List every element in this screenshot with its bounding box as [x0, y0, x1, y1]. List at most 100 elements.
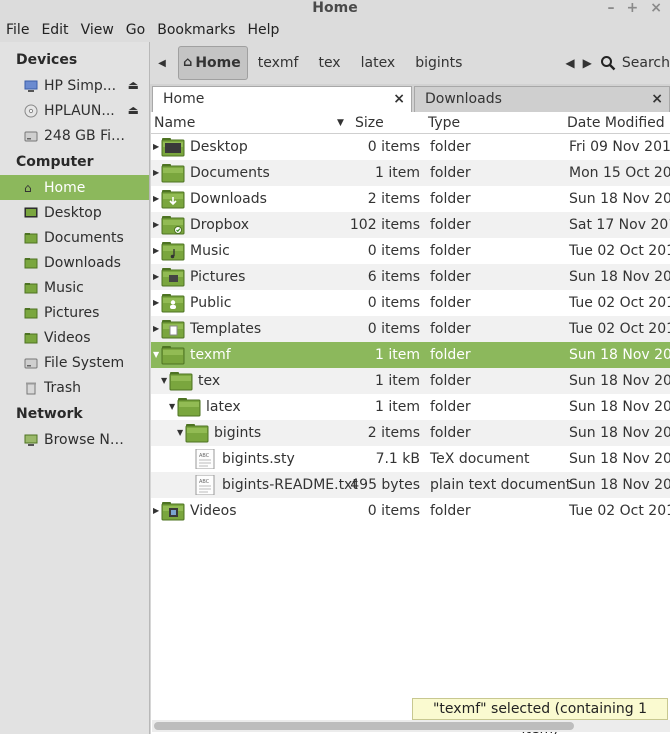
breadcrumb-scroll-left-icon[interactable]: ◀	[152, 58, 172, 69]
menu-go[interactable]: Go	[120, 22, 151, 38]
expander-collapsed-icon[interactable]: ▶	[153, 134, 159, 160]
sidebar-item-music[interactable]: Music	[0, 275, 149, 300]
search-label: Search	[621, 55, 670, 71]
window-controls: – + ×	[608, 0, 662, 18]
expander-expanded-icon[interactable]: ▼	[161, 368, 167, 394]
cell-type: folder	[430, 347, 471, 363]
network-drive-icon	[24, 80, 38, 92]
expander-expanded-icon[interactable]: ▼	[177, 420, 183, 446]
cell-type: folder	[430, 425, 471, 441]
eject-icon[interactable]: ⏏	[128, 78, 139, 92]
menu-edit[interactable]: Edit	[35, 22, 74, 38]
table-row[interactable]: ▼ latex 1 item folder Sun 18 Nov 2012	[151, 394, 670, 420]
sidebar-item-248gb-filesystem[interactable]: 248 GB Files...	[0, 123, 149, 148]
eject-icon[interactable]: ⏏	[128, 103, 139, 117]
sidebar-item-pictures[interactable]: Pictures	[0, 300, 149, 325]
menu-bookmarks[interactable]: Bookmarks	[151, 22, 241, 38]
sidebar-item-file-system[interactable]: File System	[0, 350, 149, 375]
tab-downloads[interactable]: Downloads ×	[414, 86, 670, 112]
expander-expanded-icon[interactable]: ▼	[169, 394, 175, 420]
menu-view[interactable]: View	[75, 22, 120, 38]
folder-icon	[177, 397, 201, 417]
expander-collapsed-icon[interactable]: ▶	[153, 264, 159, 290]
table-row[interactable]: ▶ Desktop 0 items folder Fri 09 Nov 2012	[151, 134, 670, 160]
expander-collapsed-icon[interactable]: ▶	[153, 316, 159, 342]
sidebar-item-home[interactable]: ⌂ Home	[0, 175, 149, 200]
sidebar-item-trash[interactable]: Trash	[0, 375, 149, 400]
videos-folder-icon	[161, 501, 185, 521]
cell-date-modified: Sun 18 Nov 2012	[569, 373, 670, 389]
table-row[interactable]: ▼ texmf 1 item folder Sun 18 Nov 2012	[151, 342, 670, 368]
breadcrumb-latex[interactable]: latex	[351, 46, 406, 80]
table-row[interactable]: ▶ Public 0 items folder Tue 02 Oct 2012	[151, 290, 670, 316]
cell-type: folder	[430, 373, 471, 389]
breadcrumb-bigints[interactable]: bigints	[405, 46, 472, 80]
breadcrumb-tex[interactable]: tex	[308, 46, 350, 80]
menu-help[interactable]: Help	[241, 22, 285, 38]
menu-file[interactable]: File	[0, 22, 35, 38]
table-row[interactable]: ▶ Videos 0 items folder Tue 02 Oct 2012	[151, 498, 670, 524]
cell-size: 102 items	[349, 217, 420, 233]
cell-name: bigints-README.txt	[222, 477, 358, 493]
close-tab-icon[interactable]: ×	[651, 87, 663, 111]
minimize-icon[interactable]: –	[608, 0, 615, 18]
svg-text:ABC: ABC	[199, 453, 210, 459]
table-row[interactable]: ▶ Music 0 items folder Tue 02 Oct 2012	[151, 238, 670, 264]
places-sidebar: Devices HP Simp... ⏏ HPLAUN... ⏏ 248 GB …	[0, 42, 150, 734]
column-header-type[interactable]: Type	[428, 112, 460, 134]
column-header-date-modified[interactable]: Date Modified	[567, 112, 665, 134]
sidebar-item-documents[interactable]: Documents	[0, 225, 149, 250]
expander-collapsed-icon[interactable]: ▶	[153, 238, 159, 264]
sidebar-item-label: 248 GB Files...	[44, 127, 128, 144]
table-row[interactable]: ABC bigints-README.txt 495 bytes plain text…	[151, 472, 670, 498]
sidebar-item-label: HP Simp...	[44, 77, 117, 94]
folder-icon	[24, 257, 38, 268]
breadcrumb-texmf[interactable]: texmf	[248, 46, 309, 80]
expander-expanded-icon[interactable]: ▼	[153, 342, 159, 368]
public-folder-icon	[161, 293, 185, 313]
music-folder-icon	[161, 241, 185, 261]
sidebar-item-hplaunch[interactable]: HPLAUN... ⏏	[0, 98, 149, 123]
table-row[interactable]: ▶ Dropbox 102 items folder Sat 17 Nov 2012	[151, 212, 670, 238]
back-arrow-icon[interactable]: ◀	[565, 56, 574, 70]
table-row[interactable]: ▶ Documents 1 item folder Mon 15 Oct 2012	[151, 160, 670, 186]
sidebar-item-downloads[interactable]: Downloads	[0, 250, 149, 275]
table-row[interactable]: ▶ Templates 0 items folder Tue 02 Oct 2012	[151, 316, 670, 342]
table-row[interactable]: ABC bigints.sty 7.1 kB TeX document Sun 18 N…	[151, 446, 670, 472]
cell-size: 495 bytes	[350, 477, 420, 493]
cell-type: folder	[430, 191, 471, 207]
cell-type: folder	[430, 295, 471, 311]
sidebar-item-label: Downloads	[44, 254, 121, 271]
expander-collapsed-icon[interactable]: ▶	[153, 212, 159, 238]
table-row[interactable]: ▼ tex 1 item folder Sun 18 Nov 2012	[151, 368, 670, 394]
column-header-size[interactable]: Size	[355, 112, 384, 134]
column-header-name[interactable]: Name	[154, 112, 195, 134]
sidebar-item-desktop[interactable]: Desktop	[0, 200, 149, 225]
close-icon[interactable]: ×	[650, 0, 662, 18]
cell-type: folder	[430, 321, 471, 337]
search-button[interactable]: Search	[600, 55, 670, 71]
forward-arrow-icon[interactable]: ▶	[583, 56, 592, 70]
tab-home[interactable]: Home ×	[152, 86, 412, 112]
maximize-icon[interactable]: +	[627, 0, 639, 18]
sidebar-item-browse-network[interactable]: Browse Netw...	[0, 427, 149, 452]
table-row[interactable]: ▶ Pictures 6 items folder Sun 18 Nov 2012	[151, 264, 670, 290]
expander-collapsed-icon[interactable]: ▶	[153, 160, 159, 186]
sidebar-item-hp-simple[interactable]: HP Simp... ⏏	[0, 73, 149, 98]
sidebar-item-videos[interactable]: Videos	[0, 325, 149, 350]
sidebar-item-label: File System	[44, 354, 125, 371]
sidebar-item-label: Pictures	[44, 304, 100, 321]
expander-collapsed-icon[interactable]: ▶	[153, 498, 159, 524]
sidebar-item-label: Home	[44, 179, 86, 196]
table-row[interactable]: ▼ bigints 2 items folder Sun 18 Nov 2012	[151, 420, 670, 446]
horizontal-scrollbar[interactable]	[152, 720, 670, 732]
cell-date-modified: Sun 18 Nov 2012	[569, 399, 670, 415]
expander-collapsed-icon[interactable]: ▶	[153, 186, 159, 212]
expander-collapsed-icon[interactable]: ▶	[153, 290, 159, 316]
cell-type: folder	[430, 243, 471, 259]
scrollbar-thumb[interactable]	[154, 722, 574, 730]
cell-name: Templates	[190, 321, 262, 337]
close-tab-icon[interactable]: ×	[393, 87, 405, 111]
breadcrumb-home[interactable]: ⌂ Home	[178, 46, 248, 80]
table-row[interactable]: ▶ Downloads 2 items folder Sun 18 Nov 2012	[151, 186, 670, 212]
